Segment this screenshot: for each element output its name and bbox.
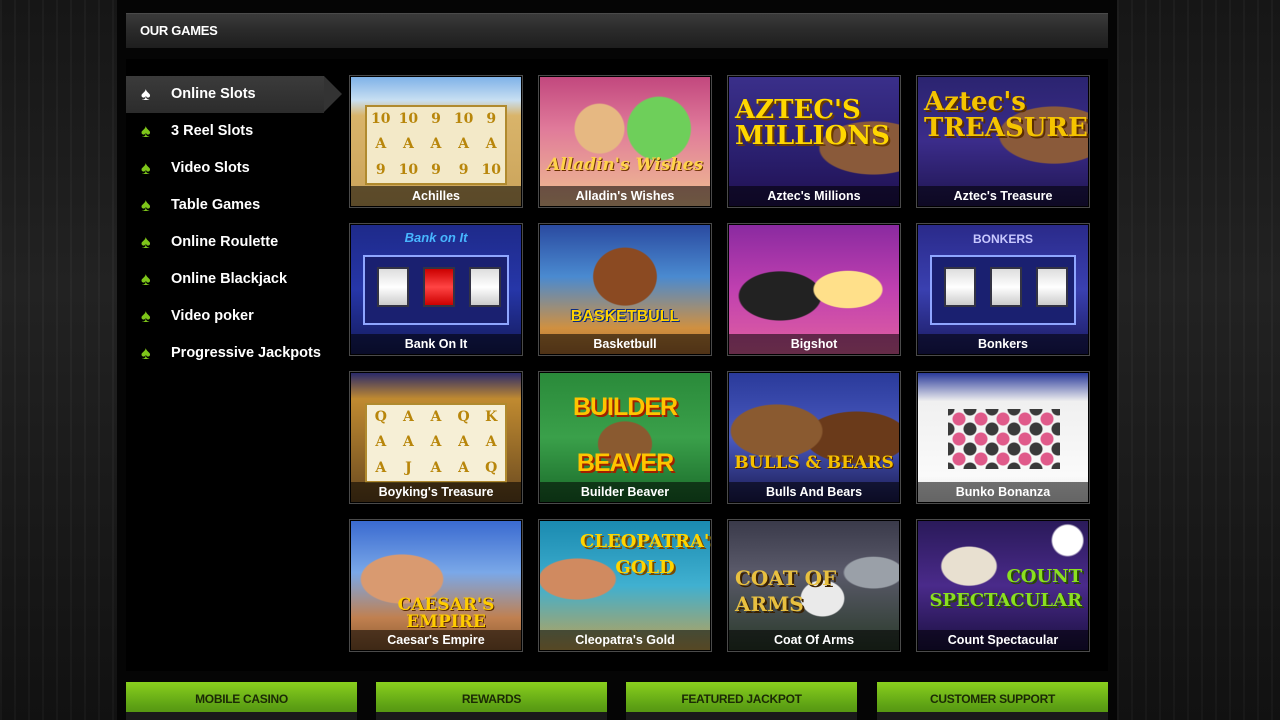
game-logo-text: CAESAR'S EMPIRE: [397, 595, 495, 632]
slot-reels-art: 10 10 9 10 9 AAAAA 9 10 9 9 10: [365, 105, 507, 185]
game-title: Cleopatra's Gold: [540, 630, 710, 650]
game-title: Count Spectacular: [918, 630, 1088, 650]
game-title: Boyking's Treasure: [351, 482, 521, 502]
footer-tab-rewards[interactable]: REWARDS: [376, 682, 607, 720]
game-logo-text: COUNT SPECTACULAR: [929, 566, 1082, 611]
sidebar-item-label: Video Slots: [171, 160, 250, 176]
game-tile-bigshot[interactable]: Bigshot: [727, 223, 901, 356]
game-title: Bonkers: [918, 334, 1088, 354]
sidebar-item-progressive-jackpots[interactable]: ♠ Progressive Jackpots: [126, 335, 342, 372]
game-title: Caesar's Empire: [351, 630, 521, 650]
game-tile-bunko-bonanza[interactable]: Bunko Bonanza: [916, 371, 1090, 504]
sidebar-item-label: Video poker: [171, 308, 254, 324]
sidebar-item-table-games[interactable]: ♠ Table Games: [126, 187, 342, 224]
game-logo-text: BUILDER BEAVER: [572, 393, 678, 477]
game-tile-count-spectacular[interactable]: COUNT SPECTACULAR Count Spectacular: [916, 519, 1090, 652]
background-right: [1117, 0, 1280, 720]
game-tile-coat-of-arms[interactable]: COAT OF ARMS Coat Of Arms: [727, 519, 901, 652]
section-title: OUR GAMES: [140, 23, 218, 38]
category-sidebar: ♠ Online Slots ♠ 3 Reel Slots ♠ Video Sl…: [126, 76, 342, 372]
game-logo-text: Aztec's TREASURE: [924, 87, 1088, 143]
sidebar-item-label: 3 Reel Slots: [171, 123, 254, 139]
game-title: Coat Of Arms: [729, 630, 899, 650]
game-title: Aztec's Treasure: [918, 186, 1088, 206]
sidebar-item-label: Online Blackjack: [171, 271, 288, 287]
sidebar-item-online-roulette[interactable]: ♠ Online Roulette: [126, 224, 342, 261]
game-title: Achilles: [351, 186, 521, 206]
game-logo-text: Bank on It: [404, 230, 468, 245]
sidebar-item-video-slots[interactable]: ♠ Video Slots: [126, 150, 342, 187]
game-tile-alladins-wishes[interactable]: Alladin's Wishes Alladin's Wishes: [538, 75, 712, 208]
sidebar-item-3-reel-slots[interactable]: ♠ 3 Reel Slots: [126, 113, 342, 150]
section-header: OUR GAMES: [126, 13, 1108, 48]
sidebar-item-label: Table Games: [171, 197, 261, 213]
game-logo-text: AZTEC'S MILLIONS: [735, 95, 890, 151]
background-left: [0, 0, 118, 720]
cupcake-reels-art: [948, 409, 1060, 469]
sidebar-item-online-slots[interactable]: ♠ Online Slots: [126, 76, 342, 113]
game-logo-text: BASKETBULL: [570, 308, 680, 325]
game-title: Aztec's Millions: [729, 186, 899, 206]
game-title: Basketbull: [540, 334, 710, 354]
spade-icon: ♠: [141, 84, 151, 104]
game-logo-text: BULLS & BEARS: [734, 453, 894, 473]
spade-icon: ♠: [141, 158, 151, 178]
slot-machine-art: [930, 255, 1076, 325]
game-title: Bank On It: [351, 334, 521, 354]
game-title: Bunko Bonanza: [918, 482, 1088, 502]
game-tile-bonkers[interactable]: BONKERS Bonkers: [916, 223, 1090, 356]
games-content: ♠ Online Slots ♠ 3 Reel Slots ♠ Video Sl…: [126, 59, 1108, 671]
game-tile-bank-on-it[interactable]: Bank on It Bank On It: [349, 223, 523, 356]
spade-icon: ♠: [141, 232, 151, 252]
game-tile-builder-beaver[interactable]: BUILDER BEAVER Builder Beaver: [538, 371, 712, 504]
sidebar-item-label: Progressive Jackpots: [171, 345, 321, 361]
game-tile-achilles[interactable]: 10 10 9 10 9 AAAAA 9 10 9 9 10 Achilles: [349, 75, 523, 208]
game-tile-aztecs-treasure[interactable]: Aztec's TREASURE Aztec's Treasure: [916, 75, 1090, 208]
game-title: Builder Beaver: [540, 482, 710, 502]
footer-tab-customer-support[interactable]: CUSTOMER SUPPORT: [877, 682, 1108, 720]
main-wrapper: OUR GAMES ♠ Online Slots ♠ 3 Reel Slots …: [117, 0, 1117, 720]
game-logo-text: COAT OF ARMS: [735, 566, 837, 616]
game-tile-basketbull[interactable]: BASKETBULL Basketbull: [538, 223, 712, 356]
spade-icon: ♠: [141, 343, 151, 363]
sidebar-item-label: Online Roulette: [171, 234, 279, 250]
spade-icon: ♠: [141, 195, 151, 215]
game-tile-boykings-treasure[interactable]: QAAQK AAAAA AJAAQ Boyking's Treasure: [349, 371, 523, 504]
game-logo-text: BONKERS: [972, 232, 1033, 246]
game-title: Alladin's Wishes: [540, 186, 710, 206]
footer-tab-mobile-casino[interactable]: MOBILE CASINO: [126, 682, 357, 720]
sidebar-item-video-poker[interactable]: ♠ Video poker: [126, 298, 342, 335]
sidebar-item-online-blackjack[interactable]: ♠ Online Blackjack: [126, 261, 342, 298]
game-tile-aztecs-millions[interactable]: AZTEC'S MILLIONS Aztec's Millions: [727, 75, 901, 208]
slot-reels-art: QAAQK AAAAA AJAAQ: [365, 403, 507, 483]
spade-icon: ♠: [141, 269, 151, 289]
game-tile-caesars-empire[interactable]: CAESAR'S EMPIRE Caesar's Empire: [349, 519, 523, 652]
sidebar-item-label: Online Slots: [171, 86, 256, 102]
game-logo-text: CLEOPATRA'S GOLD: [580, 531, 712, 578]
game-tile-bulls-and-bears[interactable]: BULLS & BEARS Bulls And Bears: [727, 371, 901, 504]
game-logo-text: Alladin's Wishes: [546, 155, 704, 175]
game-title: Bulls And Bears: [729, 482, 899, 502]
footer-tab-featured-jackpot[interactable]: FEATURED JACKPOT: [626, 682, 857, 720]
game-tile-cleopatras-gold[interactable]: CLEOPATRA'S GOLD Cleopatra's Gold: [538, 519, 712, 652]
slot-machine-art: [363, 255, 509, 325]
game-title: Bigshot: [729, 334, 899, 354]
spade-icon: ♠: [141, 306, 151, 326]
spade-icon: ♠: [141, 121, 151, 141]
